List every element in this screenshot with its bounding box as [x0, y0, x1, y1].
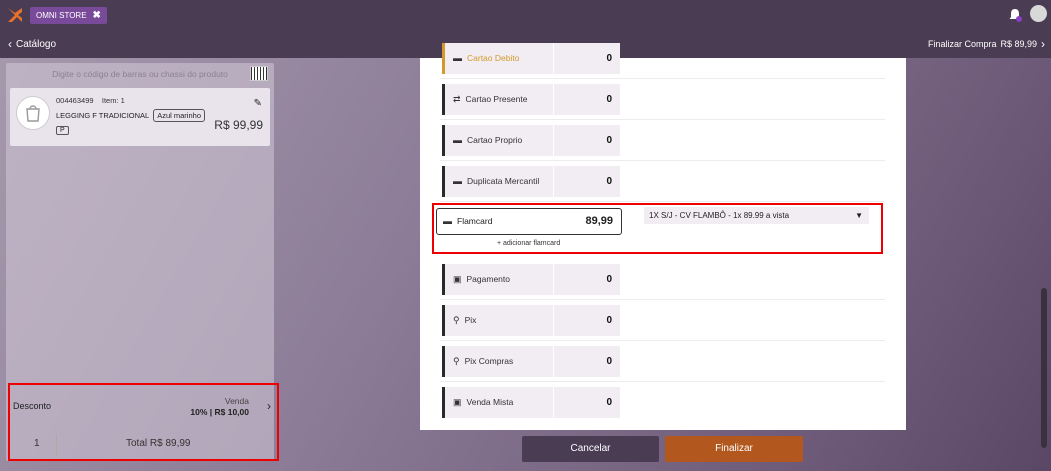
- chevron-left-icon: ‹: [8, 37, 12, 51]
- finalize-button[interactable]: Finalizar: [665, 436, 803, 462]
- payment-label: ▬ Duplicata Mercantil: [445, 166, 554, 197]
- payment-label-text: Cartao Proprio: [467, 135, 523, 145]
- payment-field[interactable]: ▬ Cartao Debito 0: [442, 43, 620, 74]
- payment-field[interactable]: ⇄ Cartao Presente 0: [442, 84, 620, 115]
- summary-divider: [56, 434, 57, 456]
- discount-label: Desconto: [13, 401, 52, 411]
- discount-type: Venda: [224, 396, 249, 406]
- cancel-button[interactable]: Cancelar: [522, 436, 659, 462]
- card-icon: ▬: [453, 176, 462, 186]
- app-logo-icon: [8, 8, 22, 22]
- payment-field[interactable]: ▬ Duplicata Mercantil 0: [442, 166, 620, 197]
- back-to-catalog-button[interactable]: ‹ Catálogo: [8, 37, 56, 51]
- product-price: R$ 99,99: [214, 118, 263, 132]
- payment-value[interactable]: 0: [554, 305, 620, 336]
- payment-value[interactable]: 0: [554, 387, 620, 418]
- product-item: Item: 1: [101, 96, 125, 105]
- payment-field[interactable]: ⚲ Pix Compras 0: [442, 346, 620, 377]
- highlight-box-flamcard: [432, 203, 883, 254]
- card-icon: ▬: [453, 135, 462, 145]
- payment-value[interactable]: 0: [554, 166, 620, 197]
- payment-value[interactable]: 0: [554, 125, 620, 156]
- payment-label: ⚲ Pix Compras: [445, 346, 554, 377]
- barcode-search-input[interactable]: Digite o código de barras ou chassi do p…: [6, 63, 274, 85]
- cart-summary: Desconto Venda 10% | R$ 10,00 › 1 Total …: [8, 383, 279, 461]
- payment-label-text: Pix: [464, 315, 477, 325]
- close-icon[interactable]: ✖: [93, 7, 101, 24]
- payment-value[interactable]: 0: [554, 84, 620, 115]
- back-label: Catálogo: [16, 38, 57, 50]
- highlight-box-discount: [8, 383, 279, 461]
- payment-field[interactable]: ▣ Venda Mista 0: [442, 387, 620, 418]
- notification-bell-icon[interactable]: [1008, 8, 1022, 22]
- payment-label: ▬ Cartao Proprio: [445, 125, 554, 156]
- barcode-icon[interactable]: [250, 66, 268, 81]
- payment-field[interactable]: ▬ Cartao Proprio 0: [442, 125, 620, 156]
- product-color-badge: Azul marinho: [153, 109, 205, 122]
- finalize-purchase-label: Finalizar Compra: [927, 39, 997, 49]
- payment-label: ▬ Cartao Debito: [445, 43, 554, 74]
- scrollbar[interactable]: [1041, 288, 1047, 448]
- payment-label-text: Pix Compras: [464, 356, 514, 366]
- discount-chevron-right-icon[interactable]: ›: [267, 399, 271, 413]
- cash-icon: ▣: [453, 397, 462, 407]
- payment-row-cartao-presente[interactable]: ⇄ Cartao Presente 0: [440, 79, 885, 120]
- product-size-badge: P: [56, 126, 69, 135]
- item-quantity: 1: [34, 438, 40, 449]
- shopping-bag-icon: [16, 96, 50, 130]
- product-code-line: 004463499 Item: 1: [56, 96, 125, 105]
- payment-row-venda-mista[interactable]: ▣ Venda Mista 0: [440, 382, 885, 423]
- payment-row-cartao-debito[interactable]: ▬ Cartao Debito 0: [440, 38, 885, 79]
- payment-label-text: Duplicata Mercantil: [467, 176, 540, 186]
- payment-row-cartao-proprio[interactable]: ▬ Cartao Proprio 0: [440, 120, 885, 161]
- card-icon: ▬: [453, 53, 462, 63]
- payment-value[interactable]: 0: [554, 264, 620, 295]
- payment-row-pix[interactable]: ⚲ Pix 0: [440, 300, 885, 341]
- product-code: 004463499: [56, 96, 94, 105]
- payment-label-text: Pagamento: [466, 274, 510, 284]
- product-name-line: LEGGING F TRADICIONAL Azul marinho: [56, 109, 205, 122]
- user-avatar-icon[interactable]: [1030, 5, 1047, 22]
- payment-label-text: Cartao Presente: [465, 94, 528, 104]
- payment-label: ▣ Venda Mista: [445, 387, 554, 418]
- payment-row-duplicata-mercantil[interactable]: ▬ Duplicata Mercantil 0: [440, 161, 885, 202]
- cart-item[interactable]: 004463499 Item: 1 LEGGING F TRADICIONAL …: [10, 88, 270, 146]
- payment-row-pagamento[interactable]: ▣ Pagamento 0: [440, 259, 885, 300]
- payment-row-pix-compras[interactable]: ⚲ Pix Compras 0: [440, 341, 885, 382]
- edit-pencil-icon[interactable]: ✎: [254, 98, 262, 109]
- payment-label: ⚲ Pix: [445, 305, 554, 336]
- product-name: LEGGING F TRADICIONAL: [56, 111, 150, 120]
- cart-total: Total R$ 89,99: [126, 438, 191, 449]
- finalize-purchase-link[interactable]: Finalizar Compra R$ 89,99 ›: [928, 37, 1045, 51]
- payment-label: ⇄ Cartao Presente: [445, 84, 554, 115]
- payment-label-text: Cartao Debito: [467, 53, 520, 63]
- finalize-purchase-amount: R$ 89,99: [1000, 39, 1037, 49]
- payment-field[interactable]: ▣ Pagamento 0: [442, 264, 620, 295]
- link-icon: ⚲: [453, 356, 460, 366]
- cash-icon: ▣: [453, 274, 462, 284]
- store-tab[interactable]: OMNI STORE ✖: [30, 7, 107, 24]
- payment-value[interactable]: 0: [554, 43, 620, 74]
- top-bar: OMNI STORE ✖: [0, 0, 1051, 30]
- payment-label: ▣ Pagamento: [445, 264, 554, 295]
- payment-value[interactable]: 0: [554, 346, 620, 377]
- store-tab-label: OMNI STORE: [36, 11, 87, 20]
- payment-label-text: Venda Mista: [466, 397, 514, 407]
- payment-field[interactable]: ⚲ Pix 0: [442, 305, 620, 336]
- link-icon: ⚲: [453, 315, 460, 325]
- transfer-icon: ⇄: [453, 94, 461, 104]
- discount-value: 10% | R$ 10,00: [190, 407, 249, 417]
- chevron-right-icon: ›: [1041, 37, 1045, 51]
